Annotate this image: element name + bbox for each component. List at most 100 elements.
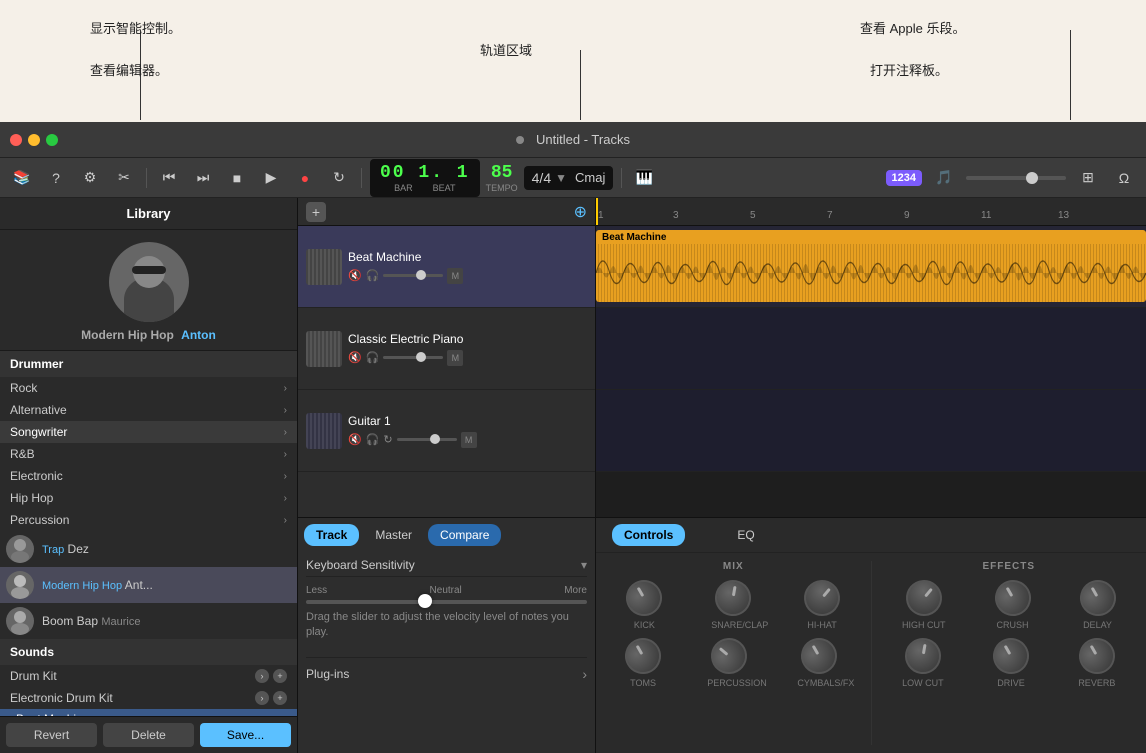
slider-thumb[interactable] <box>418 594 432 608</box>
plugins-chevron[interactable]: › <box>582 666 587 682</box>
mixer-tab-eq[interactable]: EQ <box>725 524 766 546</box>
keyboard-sensitivity-label: Keyboard Sensitivity <box>306 558 415 572</box>
chevron-icon: › <box>284 427 287 438</box>
avatar-label: Modern Hip Hop Anton <box>81 328 216 342</box>
midi-icon[interactable]: 🎹 <box>630 164 658 192</box>
hihat-knob[interactable] <box>797 573 848 624</box>
beat-machine-clip[interactable]: Beat Machine // Generate waveform bars <box>596 230 1146 302</box>
track-name-guitar: Guitar 1 <box>348 414 587 428</box>
cymbals-label: CYMBALS/FX <box>797 678 841 688</box>
mixer-tab-controls[interactable]: Controls <box>612 524 685 546</box>
genre-songwriter[interactable]: Songwriter› <box>0 421 297 443</box>
genre-rock[interactable]: Rock› <box>0 377 297 399</box>
expand-icon2[interactable]: › <box>255 691 269 705</box>
track-volume-slider[interactable] <box>383 274 443 277</box>
add-icon[interactable]: + <box>273 669 287 683</box>
sensitivity-slider[interactable] <box>306 600 587 604</box>
percussion-label: PERCUSSION <box>707 678 751 688</box>
high-cut-label: HIGH CUT <box>902 620 946 630</box>
reverb-knob[interactable] <box>1072 631 1121 680</box>
add-icon2[interactable]: + <box>273 691 287 705</box>
headphone-icon2[interactable]: 🎧 <box>366 351 380 364</box>
tab-compare[interactable]: Compare <box>428 524 501 546</box>
loop-icon[interactable]: ↻ <box>383 433 392 446</box>
expand-icon[interactable]: › <box>255 669 269 683</box>
knob-percussion: PERCUSSION <box>707 638 751 688</box>
drive-knob[interactable] <box>986 631 1035 680</box>
mute-icon2[interactable]: 🔇 <box>348 351 362 364</box>
volume-slider-thumb3[interactable] <box>430 434 440 444</box>
expand-chevron[interactable]: ▾ <box>581 558 587 572</box>
headphone-icon[interactable]: 🎧 <box>366 269 380 282</box>
rewind-button[interactable]: ⏮ <box>155 164 183 192</box>
fast-forward-button[interactable]: ⏭ <box>189 164 217 192</box>
genre-rb[interactable]: R&B› <box>0 443 297 465</box>
volume-slider-thumb[interactable] <box>416 270 426 280</box>
kick-knob[interactable] <box>620 573 669 622</box>
scissors-icon[interactable]: ✂ <box>110 164 138 192</box>
genre-percussion[interactable]: Percussion› <box>0 509 297 531</box>
knob-drive: DRIVE <box>993 638 1029 688</box>
snare-knob[interactable] <box>712 577 754 619</box>
drummer-boom-bap[interactable]: Boom Bap Maurice <box>0 603 297 639</box>
minimize-button[interactable] <box>28 134 40 146</box>
revert-button[interactable]: Revert <box>6 723 97 747</box>
tab-master[interactable]: Master <box>363 524 424 546</box>
mute-icon[interactable]: 🔇 <box>348 269 362 282</box>
percussion-knob[interactable] <box>704 631 755 682</box>
headphone-icon3[interactable]: 🎧 <box>366 433 380 446</box>
track-mute-button3[interactable]: M <box>461 432 477 448</box>
tuner-icon[interactable]: 🎵 <box>930 164 958 192</box>
delete-button[interactable]: Delete <box>103 723 194 747</box>
cycle-button[interactable]: ↻ <box>325 164 353 192</box>
separator <box>146 168 147 188</box>
track-mute-button2[interactable]: M <box>447 350 463 366</box>
high-cut-knob[interactable] <box>898 573 949 624</box>
apple-loops-icon[interactable]: ⊞ <box>1074 164 1102 192</box>
timeline-ruler: 1 3 5 7 9 11 13 <box>596 198 1146 226</box>
settings-icon[interactable]: ⚙ <box>76 164 104 192</box>
tab-track[interactable]: Track <box>304 524 359 546</box>
sound-cat-drum-kit[interactable]: Drum Kit › + <box>0 665 297 687</box>
low-cut-knob[interactable] <box>902 635 944 677</box>
master-volume-slider[interactable] <box>966 176 1066 180</box>
play-button[interactable]: ▶ <box>257 164 285 192</box>
track-volume-slider2[interactable] <box>383 356 443 359</box>
track-thumb-inner2 <box>306 331 342 367</box>
toms-knob[interactable] <box>618 631 667 680</box>
mixer-header: Controls EQ <box>596 518 1146 553</box>
ruler-mark-3: 3 <box>673 210 679 221</box>
drive-label: DRIVE <box>997 678 1025 688</box>
cymbals-knob[interactable] <box>795 631 844 680</box>
volume-thumb[interactable] <box>1026 172 1038 184</box>
sound-beat-machine[interactable]: Beat Machine <box>0 709 297 716</box>
smart-controls-icon[interactable]: ⊕ <box>574 202 587 222</box>
crush-knob[interactable] <box>988 573 1037 622</box>
genre-electronic[interactable]: Electronic› <box>0 465 297 487</box>
volume-slider-thumb2[interactable] <box>416 352 426 362</box>
notes-icon[interactable]: Ω <box>1110 164 1138 192</box>
library-header: Library <box>0 198 297 230</box>
drummer-trap[interactable]: Trap Dez <box>0 531 297 567</box>
delay-knob[interactable] <box>1073 573 1122 622</box>
close-button[interactable] <box>10 134 22 146</box>
track-volume-slider3[interactable] <box>397 438 457 441</box>
maximize-button[interactable] <box>46 134 58 146</box>
time-signature[interactable]: 4/4 ▼ Cmaj <box>524 166 614 190</box>
track-mute-button[interactable]: M <box>447 268 463 284</box>
drummer-modern-hiphop[interactable]: Modern Hip Hop Ant... <box>0 567 297 603</box>
add-track-button[interactable]: + <box>306 202 326 222</box>
record-button[interactable]: ● <box>291 164 319 192</box>
count-in-badge[interactable]: 1234 <box>886 170 922 186</box>
genre-hiphop[interactable]: Hip Hop› <box>0 487 297 509</box>
mute-icon3[interactable]: 🔇 <box>348 433 362 446</box>
knob-toms: TOMS <box>625 638 661 688</box>
help-icon[interactable]: ? <box>42 164 70 192</box>
library-icon[interactable]: 📚 <box>8 164 36 192</box>
avatar-figure <box>109 242 189 322</box>
sound-cat-electronic-drum[interactable]: Electronic Drum Kit › + <box>0 687 297 709</box>
save-button[interactable]: Save... <box>200 723 291 747</box>
annotation-line-track-area <box>580 50 581 120</box>
genre-alternative[interactable]: Alternative› <box>0 399 297 421</box>
stop-button[interactable]: ■ <box>223 164 251 192</box>
